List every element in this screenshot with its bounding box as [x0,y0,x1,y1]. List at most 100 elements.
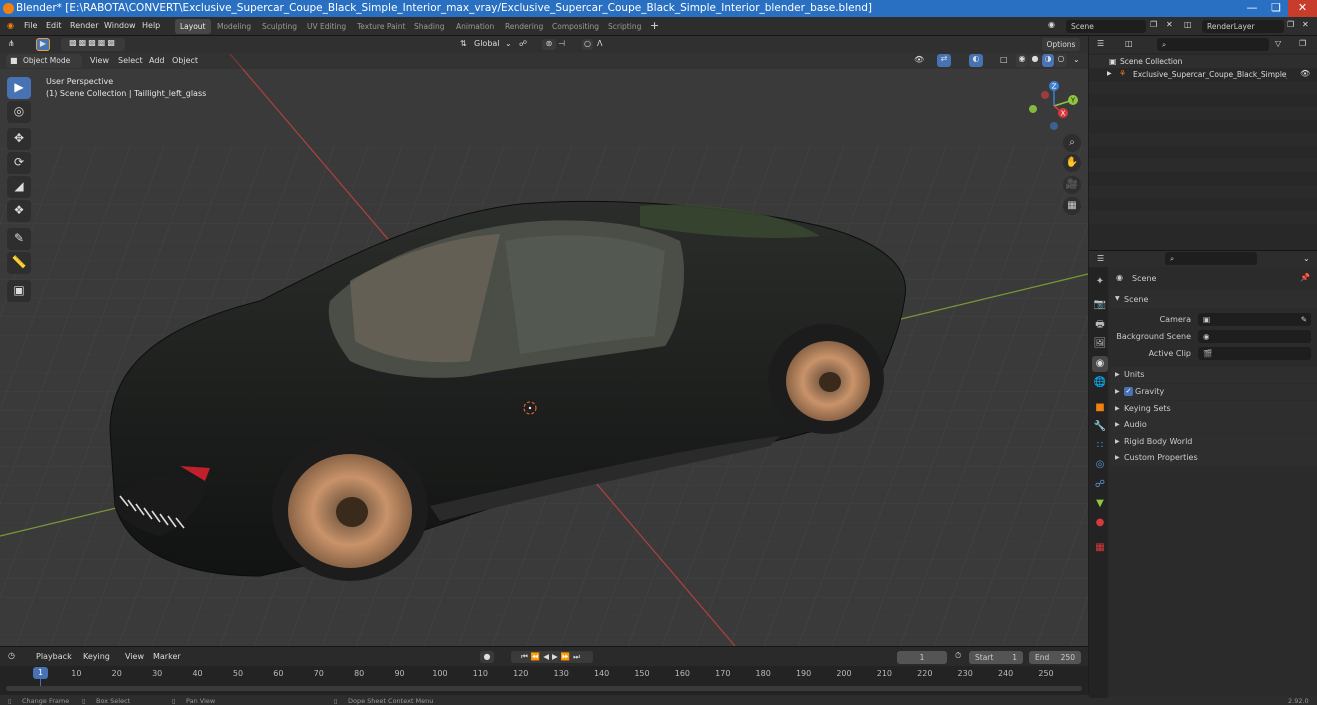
measure-tool[interactable]: 📏 [7,252,31,274]
timeline-scrollbar[interactable] [6,686,1082,691]
zoom-icon[interactable]: ⌕ [1063,134,1081,152]
stopwatch-icon[interactable]: ⏱ [955,651,961,661]
outliner-search-input[interactable]: ⌕ [1157,38,1269,51]
tab-shading[interactable]: Shading [409,19,449,34]
chevron-down-icon[interactable]: ⌄ [1303,254,1310,263]
new-scene-icon[interactable]: ❐ [1150,20,1157,29]
view-layer-tab-icon[interactable]: 🖼 [1092,336,1108,352]
keying-dropdown[interactable]: Keying [83,652,110,661]
physics-tab-icon[interactable]: ◎ [1092,457,1108,473]
tab-animation[interactable]: Animation [451,19,499,34]
start-frame-field[interactable]: Start 1 [969,651,1023,664]
world-tab-icon[interactable]: 🌐 [1092,375,1108,391]
tab-compositing[interactable]: Compositing [547,19,604,34]
record-keyframe-icon[interactable]: ● [480,651,494,663]
eye-visibility-icon[interactable]: 👁 [1300,69,1310,78]
tool-tab-icon[interactable]: ✦ [1092,274,1108,290]
tab-layout[interactable]: Layout [175,19,211,34]
audio-panel[interactable]: Audio [1124,420,1147,429]
expand-arrow-icon[interactable]: ▶ [1115,388,1120,395]
selection-mode-buttons[interactable]: ▩▩▩▩▩ [61,38,125,51]
material-shading-icon[interactable]: ◑ [1042,54,1054,67]
scene-field[interactable]: Scene [1066,20,1146,33]
outliner-row-object[interactable]: ▶ ⚘ Exclusive_Supercar_Coupe_Black_Simpl… [1089,68,1317,81]
tab-uv-editing[interactable]: UV Editing [302,19,351,34]
new-renderlayer-icon[interactable]: ❐ [1287,20,1294,29]
menu-view[interactable]: View [90,56,109,65]
tab-sculpting[interactable]: Sculpting [257,19,302,34]
menu-edit[interactable]: Edit [46,21,62,30]
delete-renderlayer-icon[interactable]: ✕ [1302,20,1309,29]
outliner-row-scene-collection[interactable]: ▣ Scene Collection [1089,55,1317,68]
wireframe-shading-icon[interactable]: ◉ [1016,54,1028,67]
outliner-editor-icon[interactable]: ☰ [1097,39,1104,48]
pivot-point-icon[interactable]: ☍ [519,39,527,48]
end-frame-field[interactable]: End 250 [1029,651,1081,664]
background-scene-field[interactable]: ◉ [1198,330,1311,343]
playback-controls[interactable]: ⏮⏪◀▶⏩⏭ [511,651,593,663]
material-tab-icon[interactable]: ● [1092,515,1108,531]
menu-help[interactable]: Help [142,21,160,30]
minimize-button[interactable]: — [1240,0,1264,17]
gravity-checkbox[interactable]: ✓ [1124,387,1133,396]
gizmo-neg-y[interactable] [1029,105,1037,113]
3d-viewport[interactable] [0,36,1088,646]
modifier-tab-icon[interactable]: 🔧 [1092,419,1108,435]
tab-modeling[interactable]: Modeling [212,19,256,34]
navigation-gizmo[interactable]: Z Y X [1023,76,1085,134]
constraints-tab-icon[interactable]: ☍ [1092,477,1108,493]
output-tab-icon[interactable]: 🖶 [1092,317,1108,333]
render-tab-icon[interactable]: 📷 [1092,297,1108,313]
playback-dropdown[interactable]: Playback [36,652,72,661]
snap-toggle-icon[interactable]: ⊚ [542,39,556,50]
solid-shading-icon[interactable]: ● [1029,54,1041,67]
menu-window[interactable]: Window [104,21,136,30]
menu-object[interactable]: Object [172,56,198,65]
object-tab-icon[interactable]: ■ [1092,400,1108,416]
visibility-icon[interactable]: 👁 [914,55,924,64]
menu-add[interactable]: Add [149,56,165,65]
move-tool[interactable]: ✥ [7,128,31,150]
panel-expand-arrow-icon[interactable]: ▼ [1115,295,1120,302]
current-frame-field[interactable]: 1 [897,651,947,664]
scene-tab-icon[interactable]: ◉ [1092,356,1108,372]
scene-icon[interactable]: ◉ [1048,20,1055,29]
data-tab-icon[interactable]: ▼ [1092,496,1108,512]
camera-field[interactable]: ▣ ✎ [1198,313,1311,326]
display-mode-icon[interactable]: ◫ [1125,39,1133,48]
overlay-toggle-icon[interactable]: ◐ [969,54,983,67]
camera-view-icon[interactable]: 🎥 [1063,176,1081,194]
renderlayer-field[interactable]: RenderLayer [1202,20,1284,33]
cursor-tool[interactable]: ◎ [7,101,31,123]
tab-texture-paint[interactable]: Texture Paint [352,19,410,34]
gravity-panel[interactable]: Gravity [1135,387,1164,396]
eyedropper-icon[interactable]: ✎ [1301,313,1307,326]
rotate-tool[interactable]: ⟳ [7,152,31,174]
select-box-tool[interactable]: ▶ [7,77,31,99]
timeline-view-menu[interactable]: View [125,652,144,661]
expand-arrow-icon[interactable]: ▶ [1115,438,1120,445]
expand-arrow-icon[interactable]: ▶ [1115,454,1120,461]
delete-scene-icon[interactable]: ✕ [1166,20,1173,29]
select-mode-icon[interactable]: ▶ [36,38,50,51]
expand-arrow-icon[interactable]: ▶ [1107,70,1112,77]
expand-arrow-icon[interactable]: ▶ [1115,371,1120,378]
xray-icon[interactable]: □ [1000,55,1008,64]
perspective-toggle-icon[interactable]: ▦ [1063,197,1081,215]
scale-tool[interactable]: ◢ [7,176,31,198]
playhead-frame[interactable]: 1 [33,667,48,679]
renderlayer-icon[interactable]: ◫ [1184,20,1192,29]
custom-properties-panel[interactable]: Custom Properties [1124,453,1198,462]
snap-target-icon[interactable]: ⊣ [558,39,565,48]
menu-file[interactable]: File [24,21,37,30]
blender-menu-icon[interactable]: ◉ [7,21,14,30]
editor-type-icon[interactable]: ⋔ [8,39,15,48]
maximize-button[interactable]: ❏ [1264,0,1288,17]
rendered-shading-icon[interactable]: ○ [1055,54,1067,67]
gizmo-toggle-icon[interactable]: ⇄ [937,54,951,67]
pan-hand-icon[interactable]: ✋ [1063,154,1081,172]
chevron-down-icon[interactable]: ⌄ [1073,55,1080,64]
transform-tool[interactable]: ❖ [7,200,31,222]
timeline-editor-icon[interactable]: ◷ [8,651,15,660]
transform-orientation-icon[interactable]: ⇅ [460,39,467,48]
